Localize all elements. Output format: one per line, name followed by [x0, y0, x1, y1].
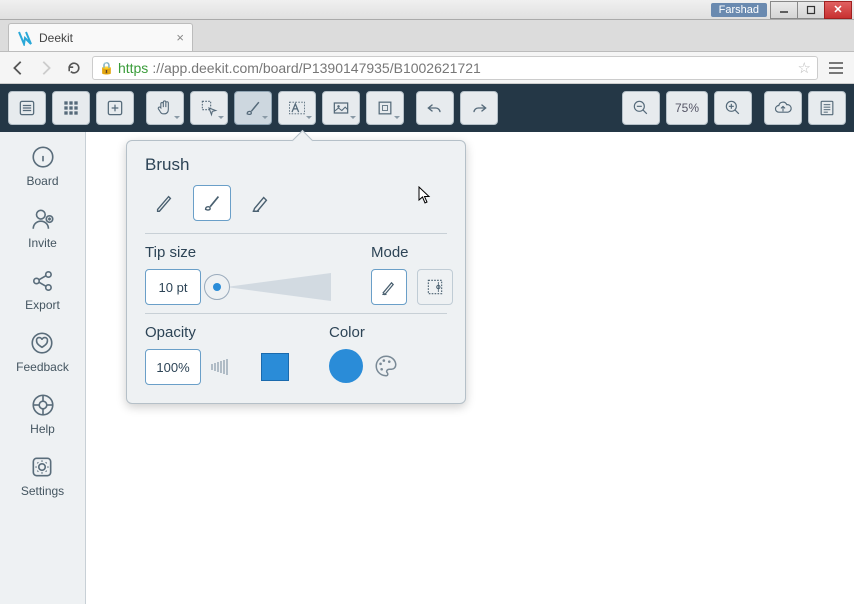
sidebar-item-feedback[interactable]: Feedback: [16, 330, 69, 374]
nav-forward-button[interactable]: [36, 58, 56, 78]
sidebar-item-label: Export: [25, 298, 60, 312]
nav-reload-button[interactable]: [64, 58, 84, 78]
url-field[interactable]: 🔒 https://app.deekit.com/board/P13901479…: [92, 56, 818, 80]
grid-button[interactable]: [52, 91, 90, 125]
help-icon: [30, 392, 56, 418]
sidebar-item-settings[interactable]: Settings: [21, 454, 64, 498]
bookmark-star-icon[interactable]: ☆: [798, 59, 811, 77]
notes-button[interactable]: [808, 91, 846, 125]
sidebar-item-label: Invite: [28, 236, 57, 250]
mode-label: Mode: [371, 244, 453, 261]
zoom-out-button[interactable]: [622, 91, 660, 125]
new-tab-button[interactable]: [199, 27, 223, 47]
undo-button[interactable]: [416, 91, 454, 125]
mode-ruler-button[interactable]: [417, 269, 453, 305]
gear-icon: [29, 454, 55, 480]
pencil-tool-button[interactable]: [145, 185, 183, 221]
color-current[interactable]: [329, 349, 363, 383]
sidebar-item-help[interactable]: Help: [30, 392, 56, 436]
heart-icon: [29, 330, 55, 356]
nav-back-button[interactable]: [8, 58, 28, 78]
user-badge: Farshad: [711, 3, 767, 17]
text-tool-button[interactable]: [278, 91, 316, 125]
popup-title: Brush: [145, 155, 447, 175]
brush-subtool-button[interactable]: [193, 185, 231, 221]
zoom-in-button[interactable]: [714, 91, 752, 125]
browser-tab[interactable]: Deekit ×: [8, 23, 193, 51]
deekit-favicon-icon: [17, 30, 33, 46]
share-icon: [30, 268, 56, 294]
sidebar: Board Invite Export Feedback Help Settin…: [0, 132, 86, 604]
select-tool-button[interactable]: [190, 91, 228, 125]
tip-size-label: Tip size: [145, 244, 331, 261]
tip-size-slider[interactable]: [211, 277, 331, 297]
sidebar-item-export[interactable]: Export: [25, 268, 60, 312]
brush-popup: Brush Tip size 10 pt Mode O: [126, 140, 466, 404]
brush-tool-button[interactable]: [234, 91, 272, 125]
invite-icon: [30, 206, 56, 232]
opacity-value[interactable]: 100%: [145, 349, 201, 385]
sidebar-item-board[interactable]: Board: [26, 144, 58, 188]
url-scheme: https: [118, 60, 148, 76]
add-button[interactable]: [96, 91, 134, 125]
cloud-button[interactable]: [764, 91, 802, 125]
window-maximize-button[interactable]: [797, 1, 825, 19]
redo-button[interactable]: [460, 91, 498, 125]
tab-close-icon[interactable]: ×: [176, 30, 184, 45]
tab-title: Deekit: [39, 31, 170, 45]
opacity-label: Opacity: [145, 324, 289, 341]
lock-icon: 🔒: [99, 61, 114, 75]
window-minimize-button[interactable]: [770, 1, 798, 19]
menu-button[interactable]: [8, 91, 46, 125]
sidebar-item-label: Feedback: [16, 360, 69, 374]
sidebar-item-label: Settings: [21, 484, 64, 498]
zoom-level[interactable]: 75%: [666, 91, 708, 125]
browser-tabstrip: Deekit ×: [0, 20, 854, 52]
sidebar-item-label: Board: [26, 174, 58, 188]
browser-urlbar: 🔒 https://app.deekit.com/board/P13901479…: [0, 52, 854, 84]
highlighter-tool-button[interactable]: [241, 185, 279, 221]
mode-free-button[interactable]: [371, 269, 407, 305]
app-toolbar: 75%: [0, 84, 854, 132]
color-label: Color: [329, 324, 399, 341]
window-titlebar: Farshad ✕: [0, 0, 854, 20]
sidebar-item-invite[interactable]: Invite: [28, 206, 57, 250]
hand-tool-button[interactable]: [146, 91, 184, 125]
sidebar-item-label: Help: [30, 422, 55, 436]
browser-menu-button[interactable]: [826, 58, 846, 78]
opacity-swatch[interactable]: [261, 353, 289, 381]
palette-icon[interactable]: [373, 353, 399, 379]
url-rest: ://app.deekit.com/board/P1390147935/B100…: [152, 60, 481, 76]
shape-tool-button[interactable]: [366, 91, 404, 125]
window-close-button[interactable]: ✕: [824, 1, 852, 19]
tip-size-value[interactable]: 10 pt: [145, 269, 201, 305]
info-icon: [30, 144, 56, 170]
image-tool-button[interactable]: [322, 91, 360, 125]
opacity-slider[interactable]: [211, 357, 251, 377]
